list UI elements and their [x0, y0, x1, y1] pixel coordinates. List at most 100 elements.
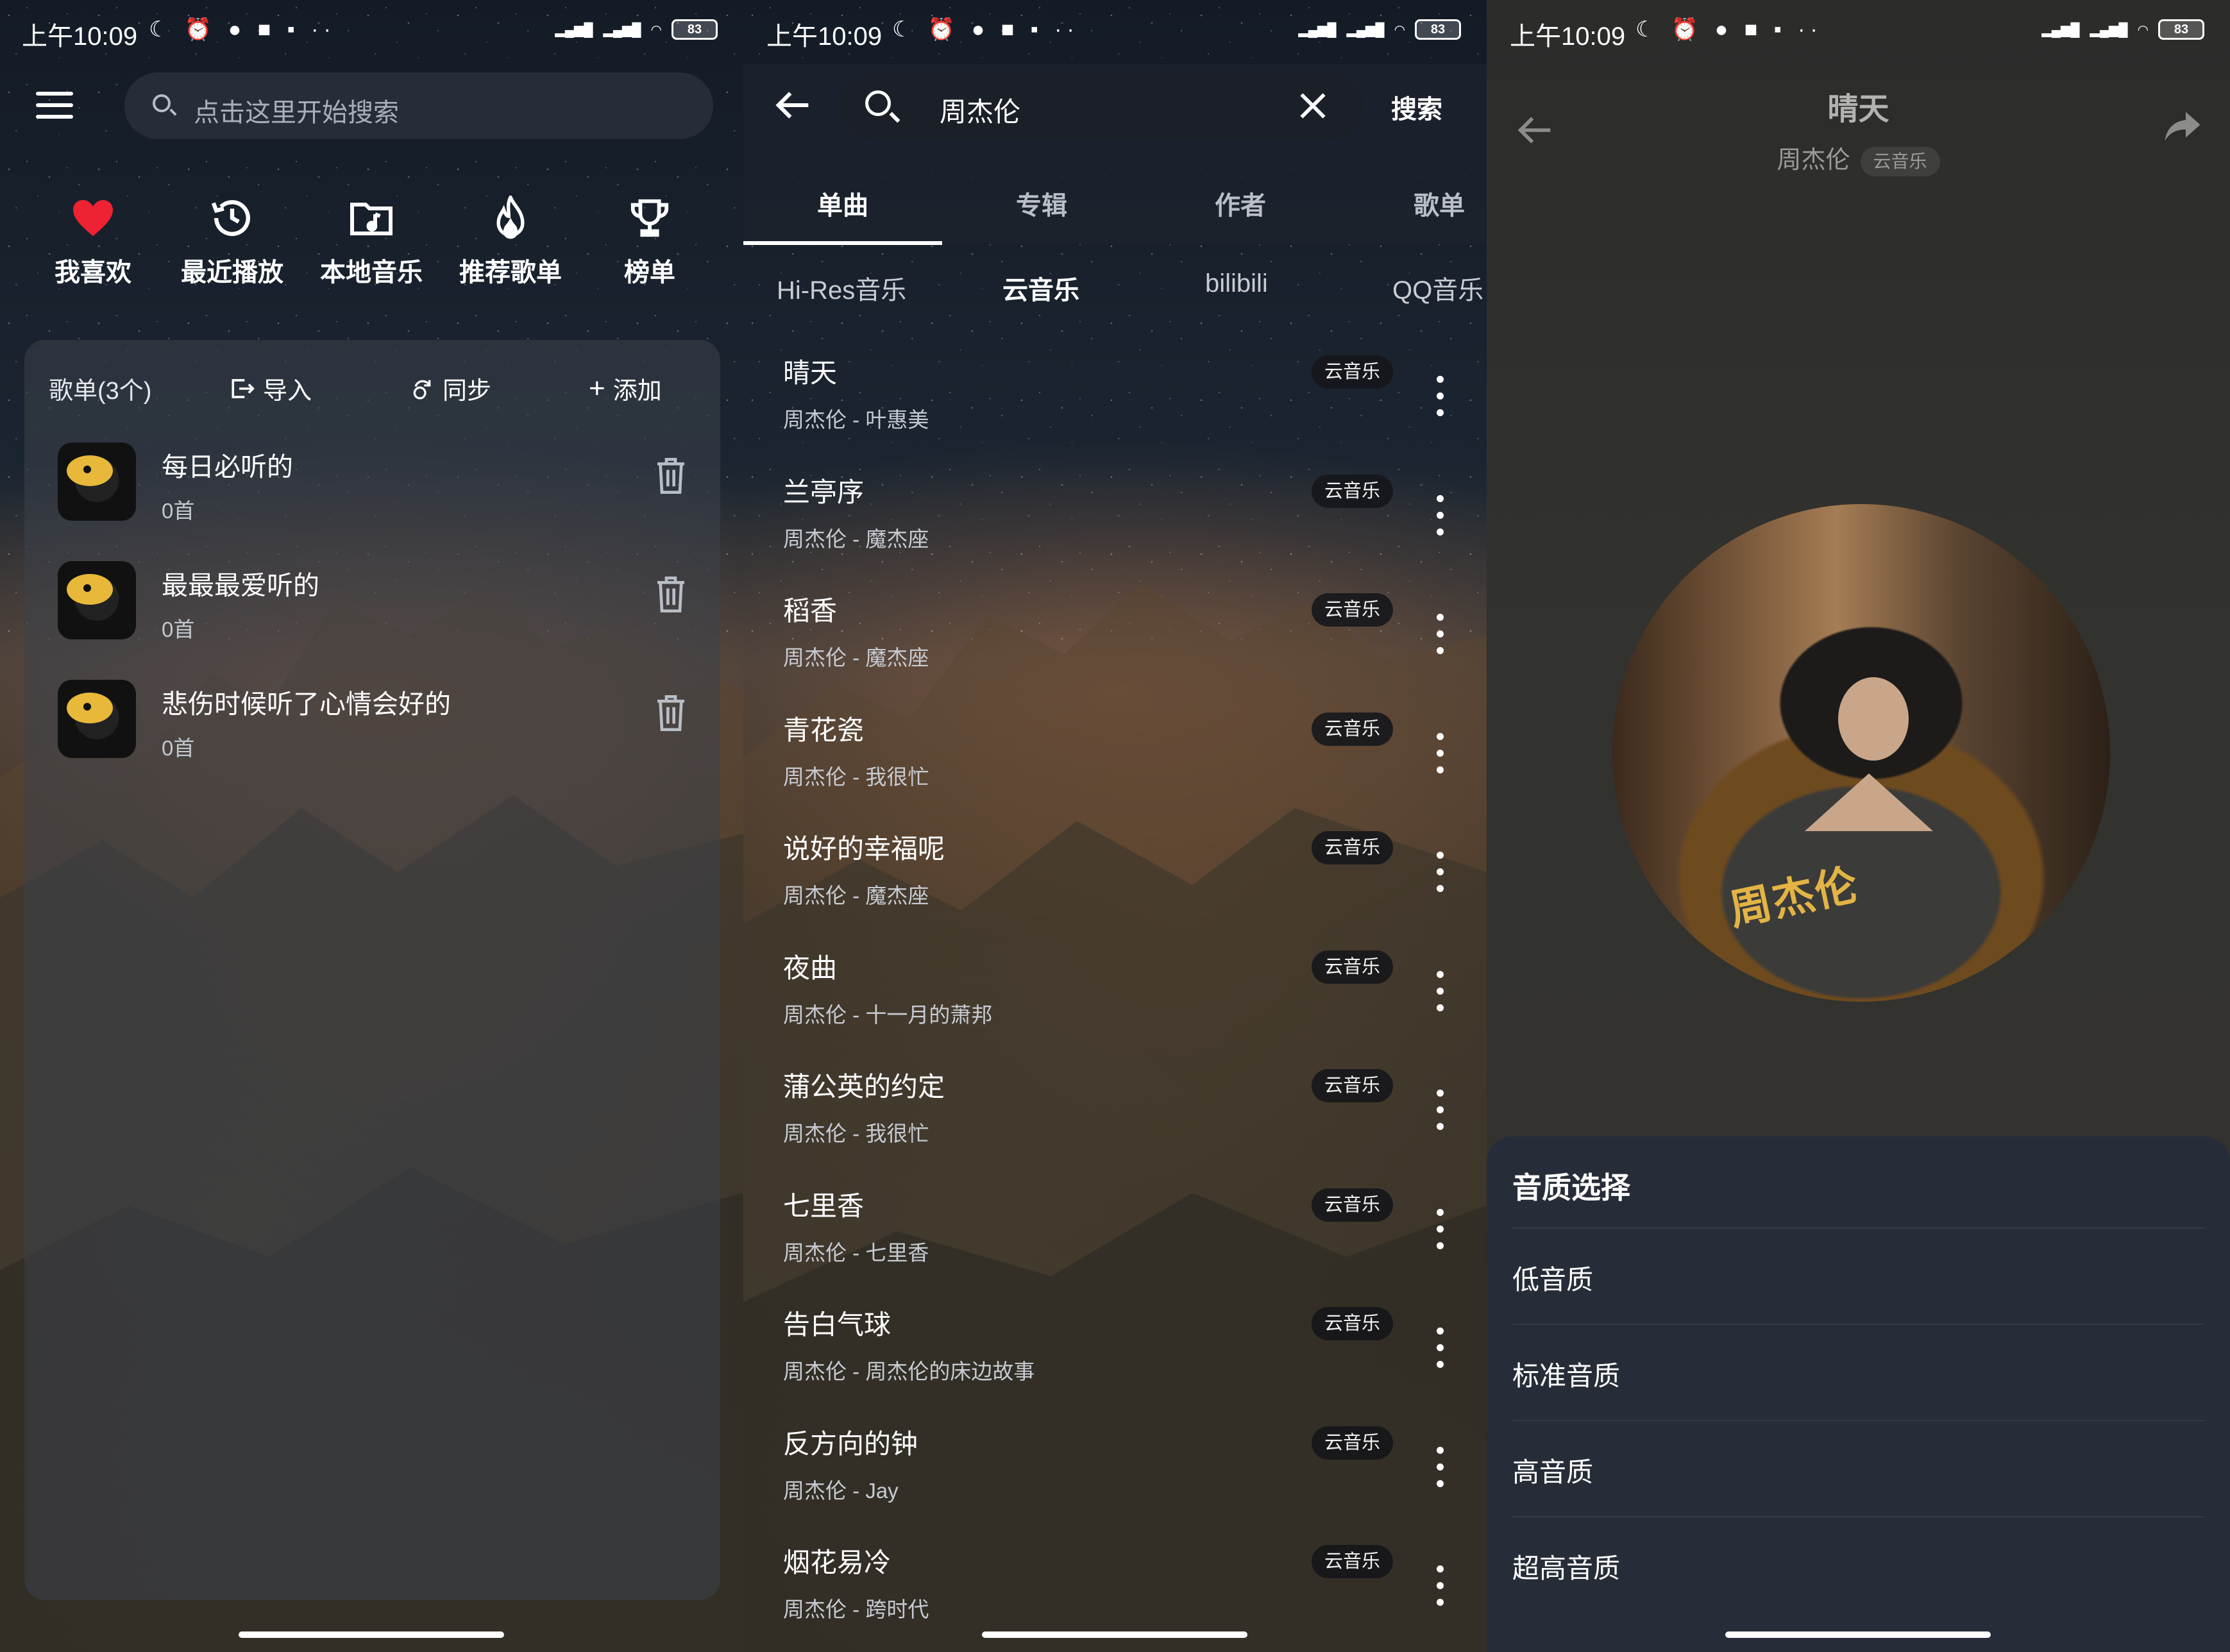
- share-icon[interactable]: [2163, 109, 2202, 144]
- quality-option-low[interactable]: 低音质: [1512, 1227, 2204, 1324]
- playlist-header: 歌单(3个) 导入 同步 + 添加: [24, 367, 720, 405]
- tab-playlists[interactable]: 歌单: [1340, 185, 1487, 222]
- menu-icon-line: [36, 115, 73, 119]
- option-label: 低音质: [1512, 1265, 1594, 1295]
- delete-icon[interactable]: [655, 458, 686, 494]
- more-vert-icon[interactable]: [1435, 852, 1445, 893]
- song-row[interactable]: 七里香 周杰伦 - 七里香 云音乐: [743, 1184, 1487, 1304]
- more-vert-icon[interactable]: [1435, 614, 1445, 655]
- quick-label: 我喜欢: [55, 258, 131, 287]
- search-button[interactable]: 搜索: [1391, 88, 1442, 126]
- song-title: 七里香: [783, 1190, 865, 1221]
- quick-recent[interactable]: 最近播放: [165, 192, 300, 289]
- more-vert-icon[interactable]: [1435, 970, 1445, 1012]
- search-placeholder: 点击这里开始搜索: [194, 99, 399, 127]
- quality-option-standard[interactable]: 标准音质: [1512, 1324, 2204, 1420]
- playlist-count: 歌单(3个): [49, 378, 152, 405]
- playlist-item[interactable]: 悲伤时候听了心情会好的 0首: [58, 680, 699, 782]
- delete-icon[interactable]: [655, 577, 686, 612]
- more-vert-icon[interactable]: [1435, 732, 1445, 774]
- back-arrow-icon[interactable]: [775, 90, 811, 121]
- quick-charts[interactable]: 榜单: [582, 192, 717, 289]
- delete-icon[interactable]: [655, 695, 686, 731]
- more-vert-icon[interactable]: [1435, 376, 1445, 417]
- song-title: 说好的幸福呢: [783, 834, 945, 864]
- search-input[interactable]: 周杰伦: [838, 72, 1364, 139]
- add-button[interactable]: + 添加: [589, 371, 662, 406]
- search-query: 周杰伦: [940, 97, 1021, 127]
- status-time: 上午10:09: [1510, 22, 1626, 51]
- more-vert-icon[interactable]: [1435, 1565, 1445, 1606]
- tab-artists[interactable]: 作者: [1141, 185, 1340, 222]
- status-notification-icons: ☾ ⏰ ● ■ ▪ ··: [1635, 17, 1823, 42]
- home-indicator[interactable]: [982, 1631, 1247, 1638]
- fire-icon: [443, 192, 578, 244]
- status-right: ▂▄▆█ ▂▄▆█ ◠ 83: [555, 19, 718, 40]
- plus-icon: +: [589, 372, 605, 404]
- quality-option-high[interactable]: 高音质: [1512, 1420, 2204, 1516]
- menu-icon-line: [36, 92, 73, 96]
- more-vert-icon[interactable]: [1435, 1090, 1445, 1131]
- source-hires[interactable]: Hi-Res音乐: [777, 269, 906, 307]
- trophy-icon: [582, 192, 717, 244]
- song-row[interactable]: 晴天 周杰伦 - 叶惠美 云音乐: [743, 351, 1487, 471]
- vinyl-cover-icon: [58, 561, 136, 639]
- source-qq-music[interactable]: QQ音乐: [1392, 269, 1483, 307]
- song-row[interactable]: 夜曲 周杰伦 - 十一月的萧邦 云音乐: [743, 947, 1487, 1066]
- song-artist-album: 周杰伦 - 魔杰座: [783, 646, 929, 670]
- song-artist-album: 周杰伦 - 七里香: [783, 1240, 929, 1265]
- tab-songs[interactable]: 单曲: [743, 185, 942, 245]
- signal-icon-2: ▂▄▆█: [603, 22, 641, 37]
- quick-local[interactable]: 本地音乐: [304, 192, 439, 289]
- history-icon: [165, 192, 300, 244]
- search-bar[interactable]: 点击这里开始搜索: [124, 72, 713, 139]
- song-title: 晴天: [1827, 92, 1889, 126]
- song-title: 烟花易冷: [783, 1547, 891, 1578]
- source-bilibili[interactable]: bilibili: [1205, 269, 1268, 298]
- sync-button[interactable]: 同步: [409, 371, 491, 406]
- wifi-icon: ◠: [651, 22, 661, 37]
- import-button[interactable]: 导入: [230, 371, 312, 406]
- song-row[interactable]: 反方向的钟 周杰伦 - Jay 云音乐: [743, 1422, 1487, 1542]
- cover-figure: [1838, 677, 1909, 761]
- quick-favorite[interactable]: 我喜欢: [26, 192, 160, 289]
- more-vert-icon[interactable]: [1435, 1446, 1445, 1488]
- quick-label: 榜单: [624, 258, 675, 287]
- source-badge: 云音乐: [1312, 1307, 1394, 1340]
- source-cloud-music[interactable]: 云音乐: [1002, 269, 1079, 307]
- quality-option-super[interactable]: 超高音质: [1512, 1516, 2204, 1612]
- source-badge: 云音乐: [1312, 1069, 1394, 1102]
- song-row[interactable]: 兰亭序 周杰伦 - 魔杰座 云音乐: [743, 471, 1487, 590]
- source-tag: 云音乐: [1860, 146, 1940, 176]
- playlist-item[interactable]: 每日必听的 0首: [58, 442, 699, 545]
- quick-label: 推荐歌单: [459, 258, 562, 287]
- signal-icon-2: ▂▄▆█: [1346, 22, 1385, 37]
- signal-icon-2: ▂▄▆█: [2090, 22, 2128, 37]
- song-artist-album: 周杰伦 - 魔杰座: [783, 527, 929, 551]
- more-vert-icon[interactable]: [1435, 1208, 1445, 1250]
- menu-icon-line: [36, 103, 73, 107]
- more-vert-icon[interactable]: [1435, 1328, 1445, 1369]
- option-label: 高音质: [1512, 1457, 1594, 1487]
- more-vert-icon[interactable]: [1435, 494, 1445, 536]
- song-row[interactable]: 告白气球 周杰伦 - 周杰伦的床边故事 云音乐: [743, 1303, 1487, 1422]
- song-row[interactable]: 蒲公英的约定 周杰伦 - 我很忙 云音乐: [743, 1065, 1487, 1184]
- playlist-song-count: 0首: [162, 618, 195, 641]
- song-row[interactable]: 青花瓷 周杰伦 - 我很忙 云音乐: [743, 709, 1487, 828]
- home-indicator[interactable]: [1725, 1631, 1991, 1638]
- song-row[interactable]: 说好的幸福呢 周杰伦 - 魔杰座 云音乐: [743, 827, 1487, 947]
- song-row[interactable]: 稻香 周杰伦 - 魔杰座 云音乐: [743, 589, 1487, 709]
- option-label: 超高音质: [1512, 1553, 1621, 1583]
- playlist-item[interactable]: 最最最爱听的 0首: [58, 561, 699, 664]
- quick-recommend[interactable]: 推荐歌单: [443, 192, 578, 289]
- search-icon: [153, 94, 171, 112]
- menu-button[interactable]: [36, 92, 73, 119]
- song-artist-album: 周杰伦 - Jay: [783, 1478, 899, 1503]
- song-title: 反方向的钟: [783, 1428, 918, 1459]
- source-badge: 云音乐: [1312, 474, 1394, 508]
- source-badge: 云音乐: [1312, 355, 1394, 389]
- status-time: 上午10:09: [22, 22, 138, 51]
- home-indicator[interactable]: [239, 1631, 504, 1638]
- tab-albums[interactable]: 专辑: [942, 185, 1141, 222]
- clear-icon[interactable]: [1299, 92, 1327, 120]
